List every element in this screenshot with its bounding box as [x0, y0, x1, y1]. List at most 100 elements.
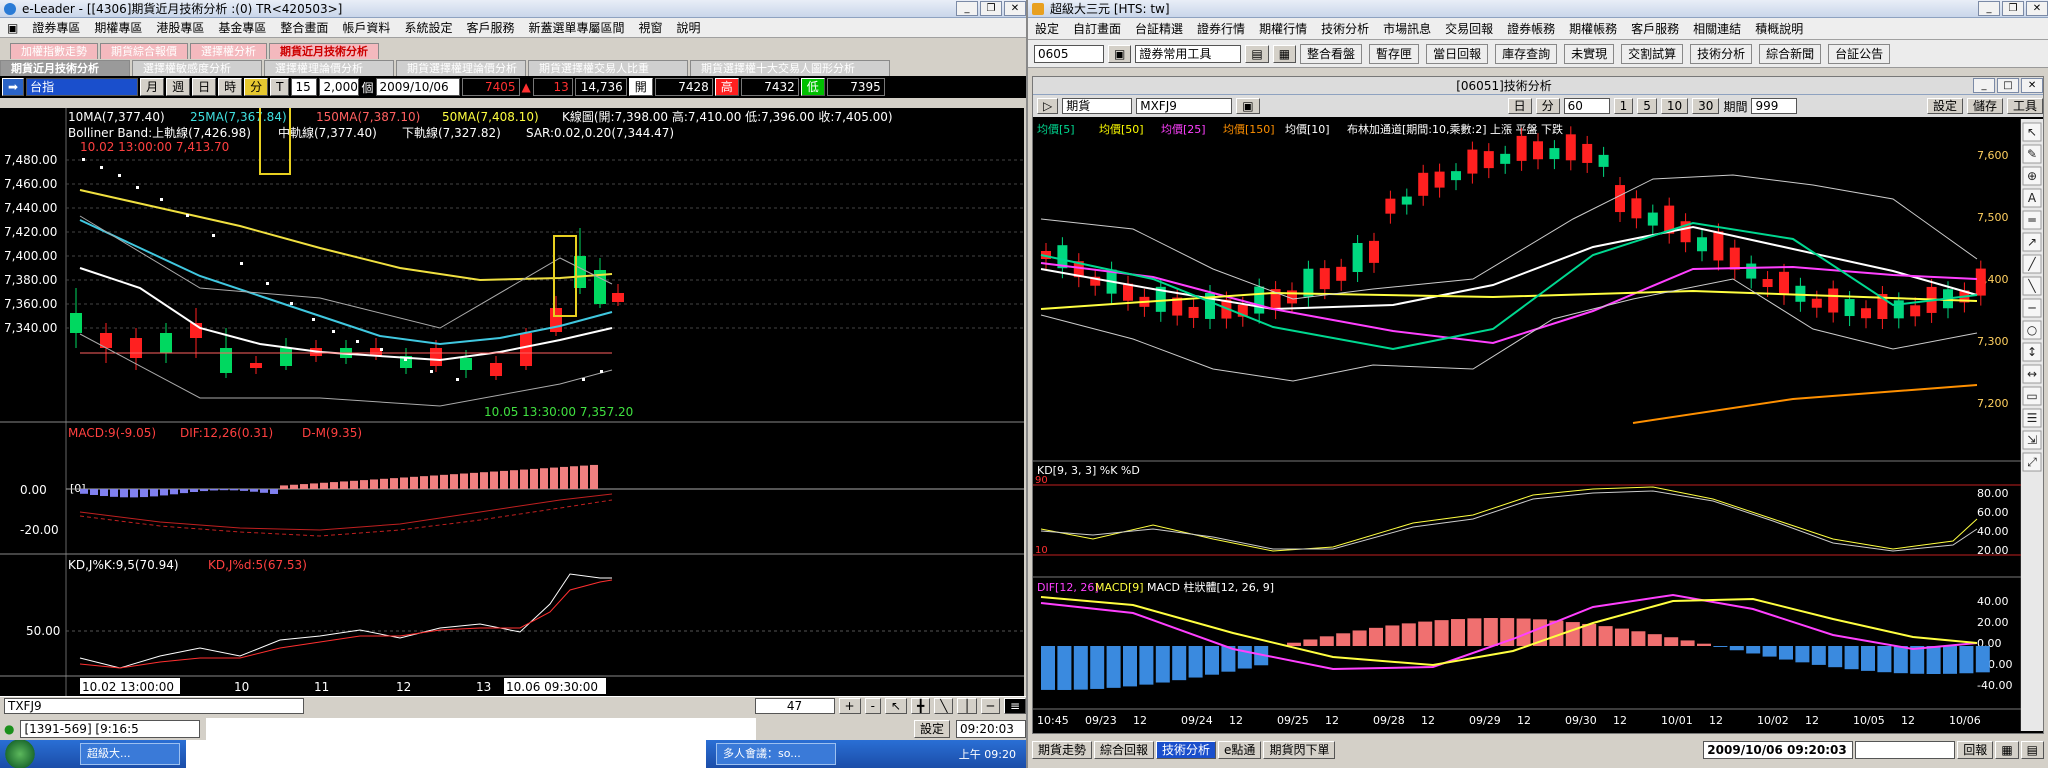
left-chart-area[interactable]: 10MA(7,377.40) 25MA(7,367.84) 150MA(7,38… — [0, 103, 1024, 696]
right-close-button[interactable]: ✕ — [2026, 1, 2048, 16]
right-toolbar-button-6[interactable]: 技術分析 — [1690, 43, 1753, 64]
tab-index-trend[interactable]: 加權指數走勢 — [10, 43, 98, 59]
left-menu-item-5[interactable]: 帳戶資料 — [335, 19, 397, 36]
right-menu-item-10[interactable]: 客戶服務 — [1624, 20, 1686, 37]
right-toolbar-button-7[interactable]: 綜合新聞 — [1759, 43, 1822, 64]
right-menu-item-8[interactable]: 證券帳務 — [1500, 20, 1562, 37]
tool-icon-2[interactable]: ▦ — [1272, 44, 1297, 63]
left-menu-item-2[interactable]: 港股專區 — [149, 19, 211, 36]
arrow-icon[interactable]: ➡ — [2, 78, 25, 96]
right-menu-item-4[interactable]: 期權行情 — [1252, 20, 1314, 37]
inner-setting-button[interactable]: 設定 — [1926, 98, 1963, 114]
quick-5[interactable]: 5 — [1637, 98, 1657, 114]
inner-save-button[interactable]: 儲存 — [1966, 98, 2003, 114]
minimize-button[interactable]: _ — [956, 1, 978, 16]
right-bottom-tab-0[interactable]: 期貨走勢 — [1032, 741, 1093, 759]
right-toolbar-button-1[interactable]: 暫存匣 — [1369, 43, 1420, 64]
right-chart-svg[interactable]: ↖ ✎ ⊕ A ═ ↗ ╱ ╲ ─ ○ ↕ ↔ ▭ ☰ ⇲ ⤢ 均價[5] 均價[50] 均價[25] 均價[150… — [1033, 119, 2043, 731]
plus-icon[interactable]: + — [838, 697, 861, 714]
day-button[interactable]: 日 — [1507, 98, 1532, 114]
right-menu-item-1[interactable]: 自訂畫面 — [1066, 20, 1128, 37]
tab-options-analysis[interactable]: 選擇權分析 — [190, 43, 267, 59]
left-menu-item-3[interactable]: 基金專區 — [211, 19, 273, 36]
left-menu-item-0[interactable]: 證券專區 — [25, 19, 87, 36]
right-menu-item-12[interactable]: 積概說明 — [1748, 20, 1810, 37]
minute-button[interactable]: 分 — [1535, 98, 1560, 114]
page-number[interactable]: 47 — [754, 697, 835, 714]
period-day[interactable]: 日 — [192, 78, 217, 96]
tool-icon-1[interactable]: ▤ — [1245, 44, 1269, 63]
left-menu-item-4[interactable]: 整合畫面 — [273, 19, 335, 36]
cursor-icon[interactable]: ↖ — [884, 697, 907, 714]
lookup-icon[interactable]: ▣ — [1236, 98, 1260, 114]
left-menu-item-8[interactable]: 新蓋選單專屬區間 — [521, 19, 631, 36]
right-menu-item-7[interactable]: 交易回報 — [1438, 20, 1500, 37]
tab-futures-quote[interactable]: 期貨綜合報價 — [100, 43, 188, 59]
tab2-trader-ratio[interactable]: 期貨選擇權交易人比重 — [528, 60, 688, 76]
start-button[interactable] — [0, 740, 40, 768]
inner-max-button[interactable]: □ — [1997, 78, 2020, 93]
tab-futures-tech[interactable]: 期貨近月技術分析 — [269, 43, 379, 59]
interval-input[interactable]: 15 — [291, 78, 318, 96]
right-minimize-button[interactable]: _ — [1978, 1, 2000, 16]
left-menu-item-10[interactable]: 說明 — [670, 19, 708, 36]
crosshair-icon[interactable]: ╋ — [911, 697, 931, 714]
tab2-futures-tech[interactable]: 期貨近月技術分析 — [0, 60, 130, 76]
vline-tool-icon[interactable]: │ — [957, 697, 977, 714]
period-tick[interactable]: T — [270, 78, 290, 96]
right-back-button[interactable]: 回報 — [1957, 741, 1994, 759]
tab2-futopt-theory[interactable]: 期貨選擇權理論價分析 — [396, 60, 526, 76]
period-week[interactable]: 週 — [166, 78, 191, 96]
hline-tool-icon[interactable]: ─ — [980, 697, 1000, 714]
right-menu-item-2[interactable]: 台証精選 — [1128, 20, 1190, 37]
right-restore-button[interactable]: ❐ — [2002, 1, 2024, 16]
tool-select[interactable]: 證券常用工具 — [1135, 44, 1242, 63]
symbol-select-right[interactable]: MXFJ9 — [1136, 98, 1233, 114]
close-button[interactable]: ✕ — [1004, 1, 1026, 16]
right-bottom-tab-4[interactable]: 期貨閃下單 — [1263, 741, 1336, 759]
right-bottom-tab-1[interactable]: 綜合回報 — [1094, 741, 1155, 759]
period-minute[interactable]: 分 — [244, 78, 269, 96]
period-hour[interactable]: 時 — [218, 78, 243, 96]
window-tile-icon[interactable]: ▦ — [1995, 741, 2019, 759]
right-menu-item-0[interactable]: 設定 — [1028, 20, 1066, 37]
right-menu-item-5[interactable]: 技術分析 — [1314, 20, 1376, 37]
right-toolbar-button-8[interactable]: 台証公告 — [1828, 43, 1891, 64]
taskbar-item-2[interactable]: 多人會議：so... — [716, 743, 836, 765]
tab2-theory[interactable]: 選擇權理論價分析 — [264, 60, 394, 76]
quick-30[interactable]: 30 — [1692, 98, 1720, 114]
right-toolbar-button-3[interactable]: 庫存查詢 — [1495, 43, 1558, 64]
right-toolbar-button-0[interactable]: 整合看盤 — [1300, 43, 1363, 64]
left-menu-item-6[interactable]: 系統設定 — [397, 19, 459, 36]
code-input[interactable]: 0605 — [1034, 44, 1104, 63]
play-icon[interactable]: ▷ — [1037, 98, 1059, 114]
quick-1[interactable]: 1 — [1613, 98, 1634, 114]
right-bottom-tab-3[interactable]: e點通 — [1218, 741, 1262, 759]
tab2-sensitivity[interactable]: 選擇權敏感度分析 — [132, 60, 262, 76]
chart-mode-icon[interactable]: ≡ — [1003, 697, 1026, 714]
line-tool-icon[interactable]: ╲ — [934, 697, 954, 714]
period-month[interactable]: 月 — [140, 78, 165, 96]
interval-select[interactable]: 60 — [1563, 98, 1610, 114]
left-menu-item-9[interactable]: 視窗 — [631, 19, 669, 36]
inner-tools-button[interactable]: 工具 — [2006, 98, 2043, 114]
right-menu-item-6[interactable]: 市場訊息 — [1376, 20, 1438, 37]
code-lookup-icon[interactable]: ▣ — [1108, 44, 1132, 63]
tab2-top10[interactable]: 期貨選擇權十大交易人圖形分析 — [690, 60, 890, 76]
right-menu-item-9[interactable]: 期權帳務 — [1562, 20, 1624, 37]
right-toolbar-button-4[interactable]: 未實現 — [1564, 43, 1615, 64]
right-toolbar-button-5[interactable]: 交割試算 — [1621, 43, 1684, 64]
inner-min-button[interactable]: _ — [1973, 78, 1996, 93]
right-menu-item-11[interactable]: 相關連結 — [1686, 20, 1748, 37]
symbol-select[interactable]: 台指 — [26, 78, 139, 96]
setting-button[interactable]: 設定 — [913, 720, 950, 738]
minus-icon[interactable]: - — [864, 697, 881, 714]
period-input[interactable]: 999 — [1751, 98, 1798, 114]
right-menu-item-3[interactable]: 證券行情 — [1190, 20, 1252, 37]
bottom-symbol-tab[interactable]: TXFJ9 — [4, 697, 304, 714]
window-cascade-icon[interactable]: ▤ — [2020, 741, 2044, 759]
date-input[interactable]: 2009/10/06 — [375, 78, 460, 96]
inner-close-button[interactable]: ✕ — [2021, 78, 2043, 93]
restore-button[interactable]: ❐ — [980, 1, 1002, 16]
left-menu-item-7[interactable]: 客戶服務 — [459, 19, 521, 36]
